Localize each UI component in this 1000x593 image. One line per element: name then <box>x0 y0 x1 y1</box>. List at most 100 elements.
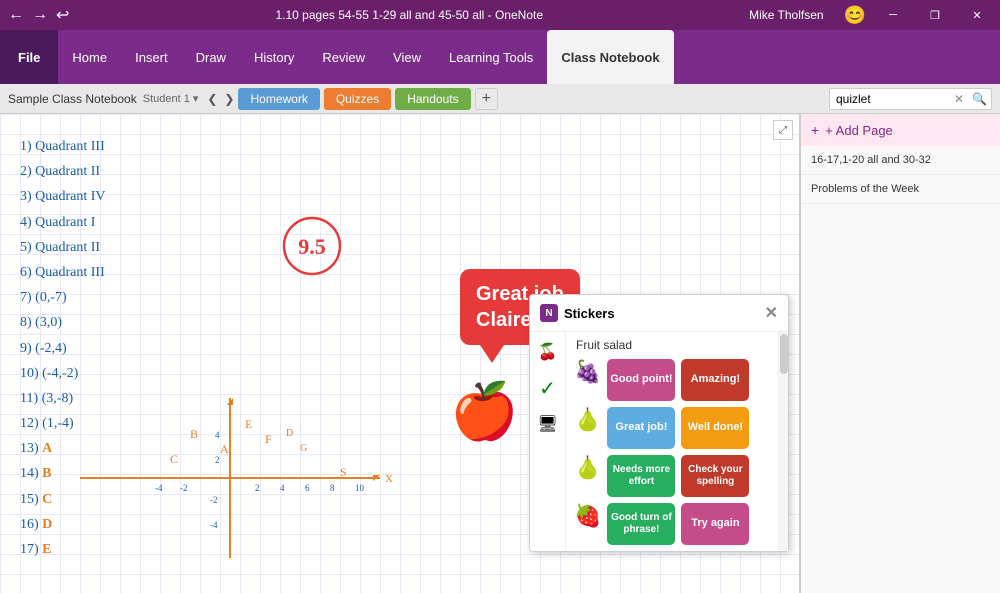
sticker-icon-screen[interactable]: 🖥 <box>534 410 562 438</box>
side-icons: 🍒 ✓ 🖥 <box>530 332 566 551</box>
page-item-2[interactable]: Problems of the Week <box>801 175 1000 204</box>
student-label: Student 1 <box>143 93 190 105</box>
svg-text:4: 4 <box>215 430 220 440</box>
svg-text:D: D <box>286 428 293 439</box>
tab-insert[interactable]: Insert <box>121 30 182 84</box>
svg-text:8: 8 <box>330 483 335 493</box>
score-circle: 9.5 <box>280 214 345 279</box>
back-button[interactable]: ← <box>8 6 24 24</box>
sticker-needs-effort[interactable]: Needs more effort <box>607 455 675 497</box>
sticker-row-4: 🍓 Good turn of phrase! Try again <box>566 500 778 551</box>
stickers-category: Fruit salad <box>566 332 778 356</box>
svg-text:C: C <box>170 452 178 466</box>
svg-text:-2: -2 <box>180 483 188 493</box>
svg-text:6: 6 <box>305 483 310 493</box>
close-button[interactable]: ✕ <box>962 0 992 30</box>
notebook-bar: Sample Class Notebook Student 1 ▾ ❮ ❯ Ho… <box>0 84 1000 114</box>
notebook-label: Sample Class Notebook Student 1 ▾ ❮ ❯ <box>8 92 234 106</box>
stickers-panel: N Stickers ✕ 🍒 ✓ 🖥 Fruit salad <box>529 294 789 552</box>
pages-sidebar: + + Add Page 16-17,1-20 all and 30-32 Pr… <box>800 114 1000 593</box>
sticker-amazing[interactable]: Amazing! <box>681 359 749 401</box>
page-title-2: Problems of the Week <box>811 183 919 195</box>
svg-text:X: X <box>385 473 393 485</box>
svg-text:-4: -4 <box>155 483 163 493</box>
stickers-scrollbar[interactable] <box>778 332 788 551</box>
sticker-row-3: 🍐 Needs more effort Check your spelling <box>566 452 778 500</box>
undo-button[interactable]: ↩ <box>56 5 69 25</box>
expand-button[interactable]: ⤢ <box>773 120 793 140</box>
coordinate-plane: X -4 -2 2 4 6 8 10 E F A B C S 4 2 <box>60 388 400 573</box>
tab-home[interactable]: Home <box>58 30 121 84</box>
notebook-content: ⤢ 1) Quadrant III 2) Quadrant II 3) Quad… <box>0 114 800 593</box>
sticker-fruit-1[interactable]: 🍇 <box>574 359 601 401</box>
ribbon: File Home Insert Draw History Review Vie… <box>0 30 1000 84</box>
sticker-fruit-3[interactable]: 🍐 <box>574 455 601 497</box>
search-clear-button[interactable]: ✕ <box>950 92 968 106</box>
sticker-icon-cherry[interactable]: 🍒 <box>534 338 562 366</box>
search-input[interactable] <box>830 89 950 109</box>
sticker-fruit-4[interactable]: 🍓 <box>574 503 601 545</box>
nav-forward-icon[interactable]: ❯ <box>224 92 234 106</box>
title-bar: ← → ↩ 1.10 pages 54-55 1-29 all and 45-5… <box>0 0 1000 30</box>
add-page-button[interactable]: + + Add Page <box>801 114 1000 146</box>
sticker-good-turn[interactable]: Good turn of phrase! <box>607 503 675 545</box>
sticker-good-point[interactable]: Good point! <box>607 359 675 401</box>
main-area: ⤢ 1) Quadrant III 2) Quadrant II 3) Quad… <box>0 114 1000 593</box>
tab-homework[interactable]: Homework <box>238 88 319 110</box>
tab-draw[interactable]: Draw <box>182 30 240 84</box>
titlebar-left: ← → ↩ <box>8 5 69 25</box>
svg-text:2: 2 <box>215 455 220 465</box>
tab-review[interactable]: Review <box>308 30 379 84</box>
svg-text:F: F <box>265 432 272 446</box>
sticker-well-done[interactable]: Well done! <box>681 407 749 449</box>
sticker-great-job[interactable]: Great job! <box>607 407 675 449</box>
add-tab-button[interactable]: + <box>475 88 498 110</box>
tab-history[interactable]: History <box>240 30 308 84</box>
page-item-1[interactable]: 16-17,1-20 all and 30-32 <box>801 146 1000 175</box>
search-box: ✕ 🔍 <box>829 88 992 110</box>
app-title: 1.10 pages 54-55 1-29 all and 45-50 all … <box>275 8 543 22</box>
scrollbar-thumb[interactable] <box>780 334 788 374</box>
sticker-icon-check[interactable]: ✓ <box>534 374 562 402</box>
stickers-main-area: Fruit salad 🍇 Good point! Amazing! 🍐 <box>566 332 778 551</box>
tab-file[interactable]: File <box>0 30 58 84</box>
stickers-header: N Stickers ✕ <box>530 295 788 332</box>
sticker-fruit-2[interactable]: 🍐 <box>574 407 601 449</box>
notebook-dropdown-icon[interactable]: ▾ <box>193 92 199 105</box>
svg-text:G: G <box>300 443 307 454</box>
minimize-button[interactable]: ─ <box>878 0 908 30</box>
svg-text:-4: -4 <box>210 520 218 530</box>
sticker-check-spelling[interactable]: Check your spelling <box>681 455 749 497</box>
tab-quizzes[interactable]: Quizzes <box>324 88 391 110</box>
stickers-title: Stickers <box>564 306 615 321</box>
add-page-icon: + <box>811 122 819 138</box>
forward-button[interactable]: → <box>32 6 48 24</box>
stickers-close-button[interactable]: ✕ <box>765 303 778 323</box>
svg-text:A: A <box>220 442 229 456</box>
tab-learning-tools[interactable]: Learning Tools <box>435 30 547 84</box>
onenote-icon: N <box>540 304 558 322</box>
sticker-row-2: 🍐 Great job! Well done! <box>566 404 778 452</box>
search-icon[interactable]: 🔍 <box>968 92 991 106</box>
apple-mascot: 🍎 <box>450 379 518 444</box>
svg-text:4: 4 <box>280 483 285 493</box>
svg-text:E: E <box>245 417 252 431</box>
restore-button[interactable]: ❐ <box>920 0 950 30</box>
svg-text:9.5: 9.5 <box>298 234 326 259</box>
svg-text:B: B <box>190 427 198 441</box>
window-controls: Mike Tholfsen 😊 ─ ❐ ✕ <box>749 0 992 30</box>
add-page-label: + Add Page <box>825 123 893 138</box>
page-title-1: 16-17,1-20 all and 30-32 <box>811 154 931 166</box>
tab-class-notebook[interactable]: Class Notebook <box>547 30 673 84</box>
stickers-body: 🍒 ✓ 🖥 Fruit salad 🍇 Good point! Amazing! <box>530 332 788 551</box>
sticker-try-again[interactable]: Try again <box>681 503 749 545</box>
svg-text:-2: -2 <box>210 495 218 505</box>
svg-text:2: 2 <box>255 483 260 493</box>
notebook-name: Sample Class Notebook <box>8 92 137 106</box>
tab-handouts[interactable]: Handouts <box>395 88 470 110</box>
sticker-row-1: 🍇 Good point! Amazing! <box>566 356 778 404</box>
tab-view[interactable]: View <box>379 30 435 84</box>
svg-text:S: S <box>340 465 347 479</box>
nav-back-icon[interactable]: ❮ <box>207 92 217 106</box>
user-name: Mike Tholfsen <box>749 8 823 22</box>
